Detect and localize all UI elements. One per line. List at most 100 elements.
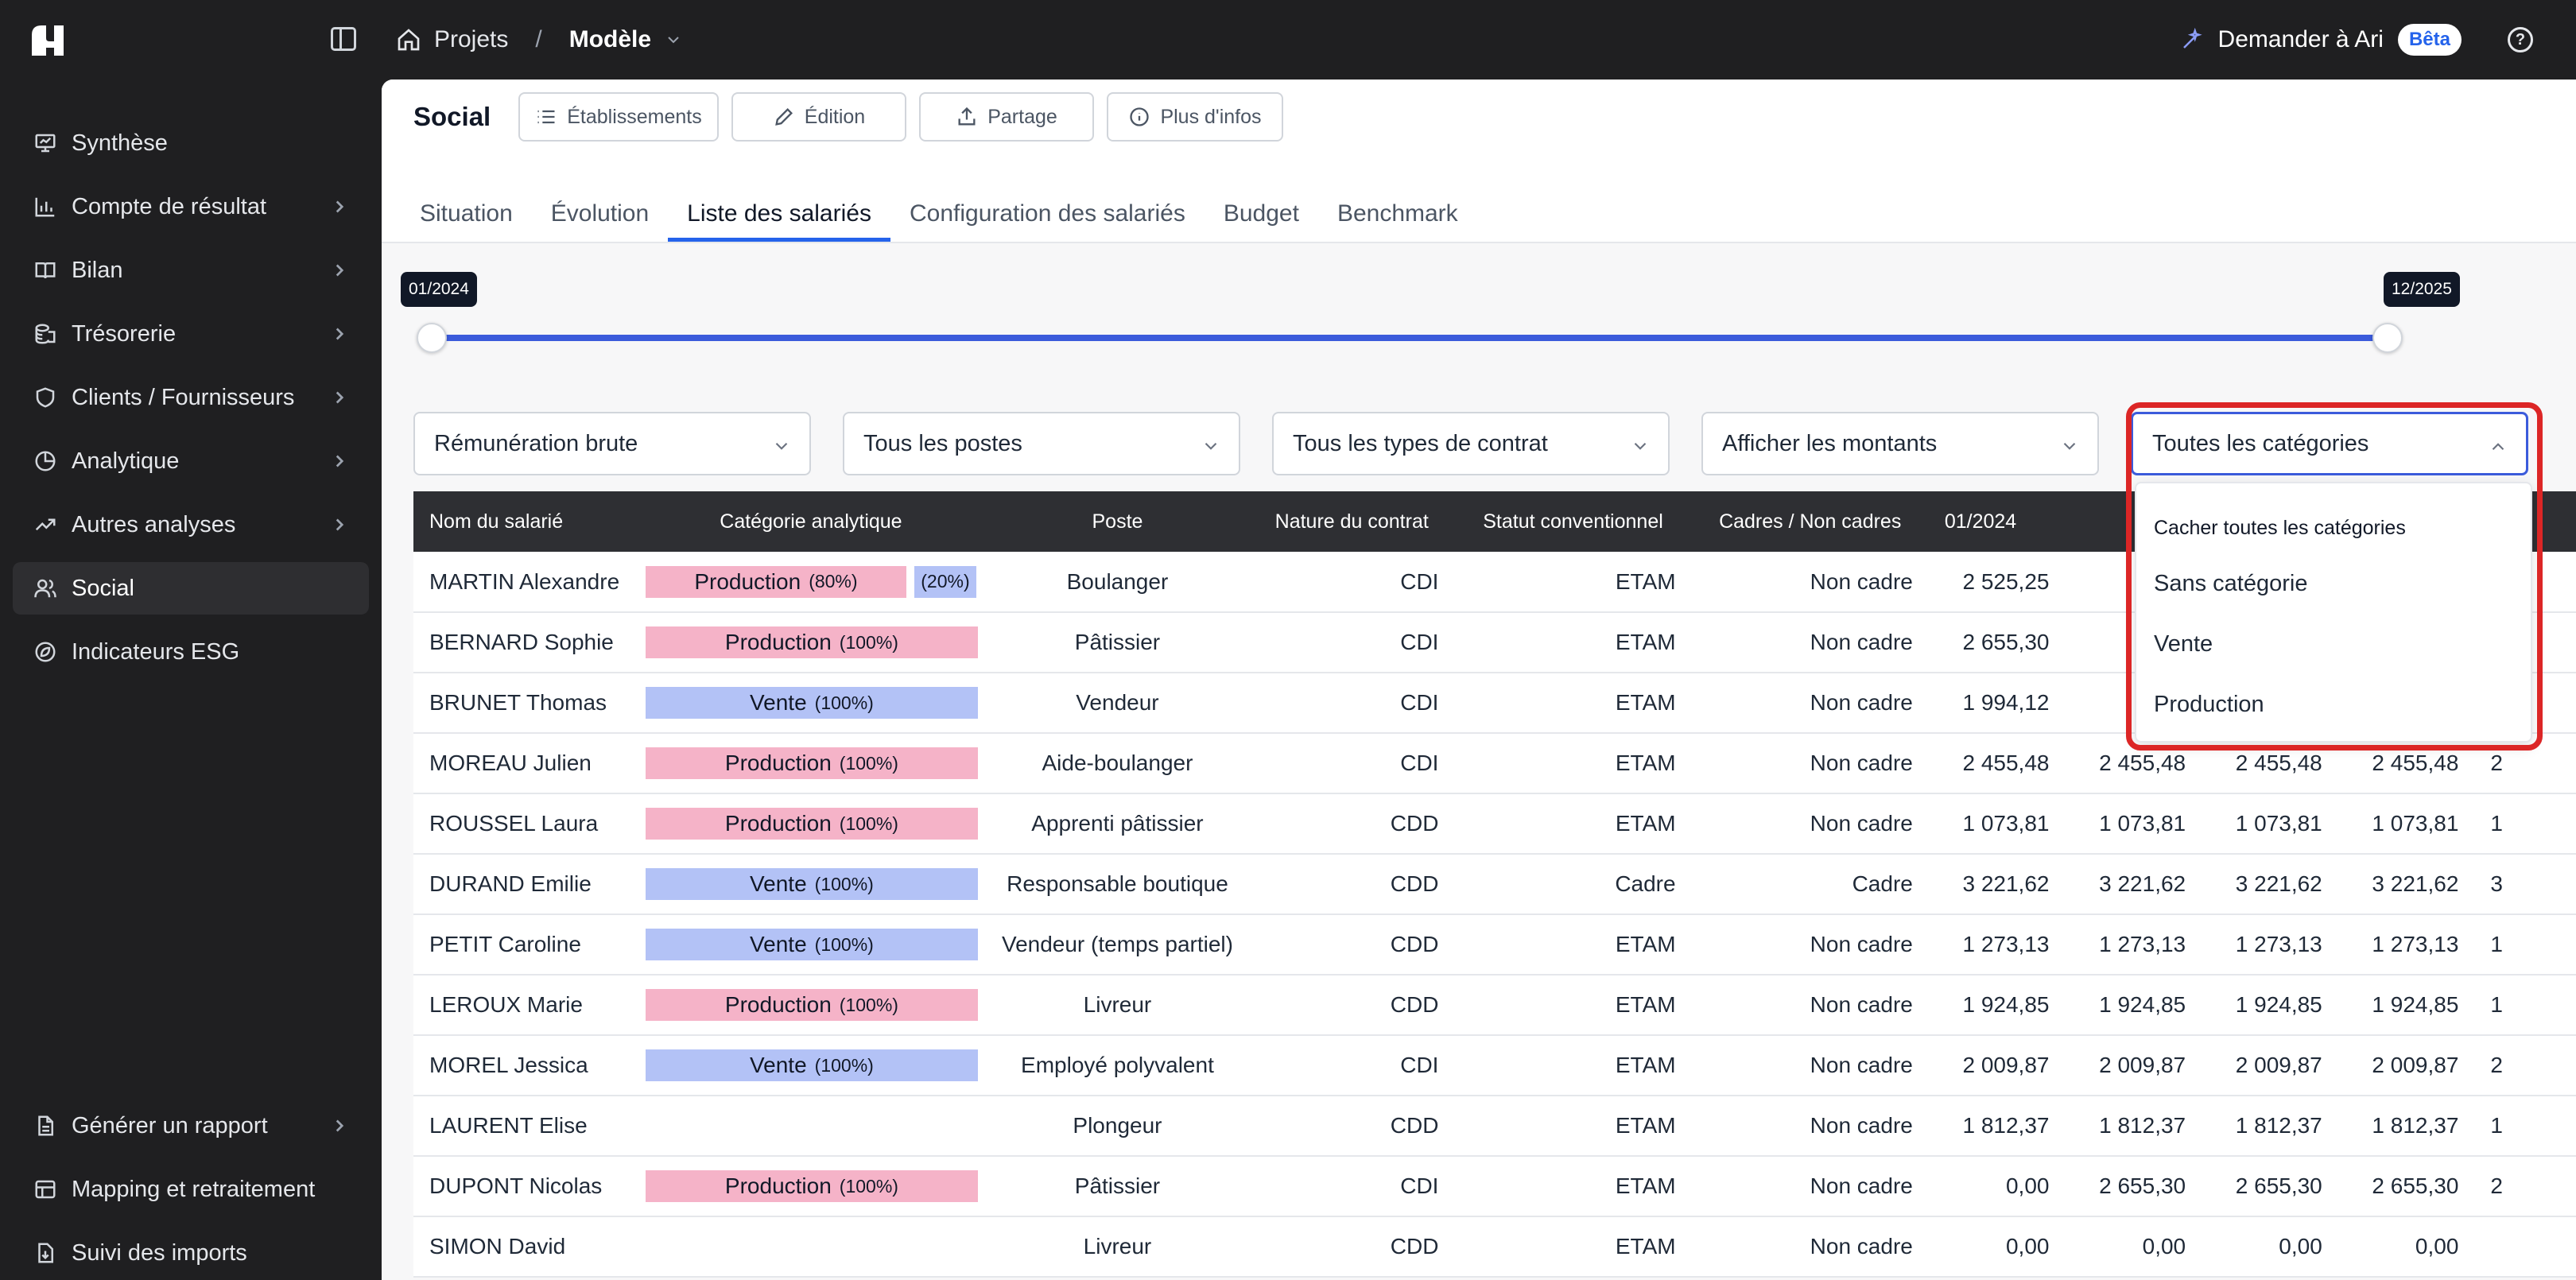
period-slider-track[interactable]: [433, 335, 2388, 341]
amount-cell: 0,00: [2337, 1216, 2475, 1278]
chart-line-icon: [35, 518, 56, 531]
col-cadres-header[interactable]: Cadres / Non cadres: [1691, 491, 1929, 552]
sidebar-item-clients-fournisseurs[interactable]: Clients / Fournisseurs: [13, 371, 369, 424]
amount-cell: 1 273,13: [1928, 914, 2066, 976]
slider-end-handle[interactable]: [2372, 323, 2403, 353]
tab-benchmark[interactable]: Benchmark: [1318, 184, 1477, 242]
amount-cell: 1 812,37: [2065, 1096, 2202, 1157]
top-bar: Projets / Modèle Demander à Ari Bêta ?: [0, 0, 2576, 80]
cadre-cell: Cadre: [1691, 854, 1929, 915]
table-row[interactable]: MOREL Jessica Vente (100%) Employé polyvale…: [413, 1035, 2576, 1096]
category-cell: Production (80%) (20%): [635, 552, 986, 613]
presentation-icon: [35, 134, 56, 153]
table-row[interactable]: ROUSSEL Laura Production (100%) Apprenti pâ…: [413, 793, 2576, 855]
chevron-down-icon: [775, 442, 788, 450]
amount-cell: 2 009,87: [2065, 1035, 2202, 1096]
file-icon: [38, 1115, 53, 1136]
sidebar-item-social[interactable]: Social: [13, 562, 369, 615]
shield-icon: [36, 387, 55, 408]
table-row[interactable]: SIMON David Livreur CDD ETAM Non cadre 0,00 0,…: [413, 1216, 2576, 1278]
option-sans-categorie[interactable]: Sans catégorie: [2136, 553, 2531, 614]
sidebar-item-compte-de-resultat[interactable]: Compte de résultat: [13, 180, 369, 233]
col-poste-header[interactable]: Poste: [985, 491, 1249, 552]
ask-ari[interactable]: Demander à Ari Bêta ?: [2180, 19, 2533, 60]
amount-cell: 1 273,13: [2202, 914, 2338, 976]
sidebar-item-synthese[interactable]: Synthèse: [13, 117, 369, 169]
contrat-cell: CDD: [1248, 793, 1455, 855]
amount-cell: 3: [2474, 854, 2576, 915]
breadcrumb-projects[interactable]: Projets: [434, 26, 508, 53]
contrats-select[interactable]: Tous les types de contrat: [1272, 412, 1670, 475]
toggle-sidebar-icon[interactable]: [331, 27, 356, 51]
category-tag-label: Production: [724, 811, 832, 836]
chevron-down-icon: [2063, 442, 2076, 450]
category-tag-percent: (100%): [839, 813, 898, 834]
table-row[interactable]: DUPONT Nicolas Production (100%) Pâtissier C…: [413, 1156, 2576, 1217]
amount-cell: 2 655,30: [2202, 1156, 2338, 1217]
edition-button[interactable]: Édition: [731, 92, 906, 142]
col-nom-header[interactable]: Nom du salarié: [413, 491, 636, 552]
postes-select[interactable]: Tous les postes: [843, 412, 1240, 475]
tab-budget[interactable]: Budget: [1205, 184, 1318, 242]
sidebar-item-suivi-des-imports[interactable]: Suivi des imports: [13, 1227, 369, 1279]
poste-cell: Aide-boulanger: [985, 733, 1249, 794]
categories-select[interactable]: Toutes les catégories: [2131, 412, 2528, 475]
amount-cell: 0,00: [2065, 1216, 2202, 1278]
amount-cell: 0,00: [1928, 1216, 2066, 1278]
tab-situation[interactable]: Situation: [401, 184, 532, 242]
contrat-cell: CDD: [1248, 975, 1455, 1036]
table-row[interactable]: PETIT Caroline Vente (100%) Vendeur (temps …: [413, 914, 2576, 976]
plus-infos-button[interactable]: Plus d'infos: [1107, 92, 1283, 142]
chevron-down-icon[interactable]: [664, 30, 683, 49]
users-icon: [34, 579, 56, 598]
employee-name: BERNARD Sophie: [413, 612, 636, 673]
help-icon[interactable]: ?: [2508, 27, 2533, 52]
amount-cell: 2 009,87: [2202, 1035, 2338, 1096]
col-statut-header[interactable]: Statut conventionnel: [1454, 491, 1692, 552]
sidebar-item-analytique[interactable]: Analytique: [13, 435, 369, 487]
amount-cell: 1 073,81: [2337, 793, 2475, 855]
cadre-cell: Non cadre: [1691, 673, 1929, 734]
amount-cell: 3 221,62: [1928, 854, 2066, 915]
sidebar-item-generer-un-rapport[interactable]: Générer un rapport: [13, 1100, 369, 1152]
amount-cell: 2 655,30: [1928, 612, 2066, 673]
breadcrumb-current[interactable]: Modèle: [569, 26, 651, 53]
home-icon[interactable]: [396, 27, 421, 52]
category-tag-percent: (100%): [839, 994, 898, 1015]
sidebar-item-mapping-et-retraitement[interactable]: Mapping et retraitement: [13, 1163, 369, 1216]
col-month-1-header[interactable]: 01/2024: [1928, 491, 2066, 552]
partage-button[interactable]: Partage: [919, 92, 1094, 142]
statut-cell: ETAM: [1454, 975, 1692, 1036]
remuneration-select[interactable]: Rémunération brute: [413, 412, 811, 475]
option-vente[interactable]: Vente: [2136, 614, 2531, 674]
etablissements-button[interactable]: Établissements: [518, 92, 719, 142]
app-logo-icon[interactable]: [30, 24, 65, 57]
table-row[interactable]: LEROUX Marie Production (100%) Livreur CDD ET…: [413, 975, 2576, 1036]
tab-configuration-salaries[interactable]: Configuration des salariés: [890, 184, 1205, 242]
hide-all-categories-option[interactable]: Cacher toutes les catégories: [2136, 502, 2531, 553]
breadcrumb-separator: /: [535, 26, 542, 52]
ask-ari-label[interactable]: Demander à Ari: [2218, 26, 2384, 53]
category-cell: Production (100%): [635, 1156, 986, 1217]
cadre-cell: Non cadre: [1691, 1216, 1929, 1278]
sidebar-item-bilan[interactable]: Bilan: [13, 244, 369, 297]
table-row[interactable]: DURAND Emilie Vente (100%) Responsable bout…: [413, 854, 2576, 915]
poste-cell: Boulanger: [985, 552, 1249, 613]
col-categorie-header[interactable]: Catégorie analytique: [635, 491, 986, 552]
col-contrat-header[interactable]: Nature du contrat: [1248, 491, 1455, 552]
tab-evolution[interactable]: Évolution: [532, 184, 668, 242]
sidebar-item-tresorerie[interactable]: Trésorerie: [13, 308, 369, 360]
tab-bar: Situation Évolution Liste des salariés Conf…: [401, 184, 1477, 242]
statut-cell: ETAM: [1454, 1035, 1692, 1096]
option-production[interactable]: Production: [2136, 674, 2531, 735]
sidebar-item-autres-analyses[interactable]: Autres analyses: [13, 498, 369, 551]
category-cell: Production (100%): [635, 733, 986, 794]
sidebar-item-indicateurs-esg[interactable]: Indicateurs ESG: [13, 626, 369, 678]
slider-start-handle[interactable]: [417, 323, 447, 353]
chevron-down-icon: [1205, 442, 1217, 450]
tab-liste-salaries[interactable]: Liste des salariés: [668, 184, 890, 242]
montants-select[interactable]: Afficher les montants: [1701, 412, 2099, 475]
employee-name: LEROUX Marie: [413, 975, 636, 1036]
table-row[interactable]: LAURENT Elise Plongeur CDD ETAM Non cadre 1 8…: [413, 1096, 2576, 1157]
cadre-cell: Non cadre: [1691, 552, 1929, 613]
